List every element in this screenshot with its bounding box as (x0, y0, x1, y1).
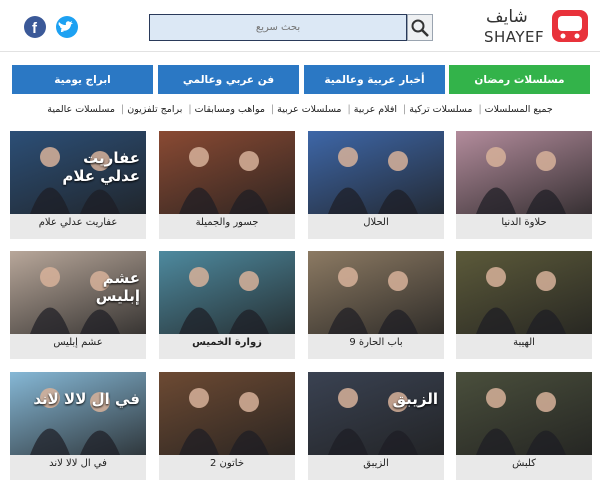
logo-english-text: SHAYEF (484, 28, 545, 46)
logo-arabic-text: شايف (486, 7, 528, 27)
series-card[interactable]: زوارة الخميس (159, 251, 295, 359)
category-all-series[interactable]: جميع المسلسلات (482, 104, 556, 115)
poster-figures (328, 267, 418, 334)
poster-figures (179, 388, 269, 455)
series-title[interactable]: الحلال (308, 217, 444, 237)
series-card[interactable]: خاتون 2 (159, 372, 295, 480)
series-card[interactable]: عفاريت عدلي علام عفاريت عدلي علام (10, 131, 146, 239)
poster-figures (328, 147, 418, 214)
category-tv-shows[interactable]: برامج تلفزيون (124, 104, 185, 115)
search-button[interactable] (407, 14, 433, 41)
series-thumbnail (159, 372, 295, 455)
series-card[interactable]: عشم إبليس عشم إبليس (10, 251, 146, 359)
series-thumbnail: عشم إبليس (10, 251, 146, 334)
series-title[interactable]: حلاوة الدنيا (456, 217, 592, 237)
series-thumbnail (159, 251, 295, 334)
search-icon (411, 19, 429, 37)
series-title[interactable]: باب الحارة 9 (308, 337, 444, 357)
series-title[interactable]: الزيبق (308, 458, 444, 478)
series-title[interactable]: زوارة الخميس (159, 337, 295, 357)
series-card[interactable]: الحلال (308, 131, 444, 239)
twitter-icon[interactable] (56, 16, 78, 38)
series-title[interactable]: الهيبة (456, 337, 592, 357)
category-arabic-series[interactable]: مسلسلات عربية (274, 104, 344, 115)
series-thumbnail: في ال لالا لاند (10, 372, 146, 455)
series-thumbnail (308, 131, 444, 214)
series-thumbnail: الزيبق (308, 372, 444, 455)
search-bar (149, 14, 433, 41)
series-title[interactable]: عشم إبليس (10, 337, 146, 357)
series-card[interactable]: حلاوة الدنيا (456, 131, 592, 239)
tab-art[interactable]: فن عربي وعالمي (158, 65, 299, 94)
poster-figures (179, 147, 269, 214)
poster-title-art: عفاريت عدلي علام (62, 149, 140, 185)
site-header: f شايف SHAYEF (0, 0, 600, 52)
series-thumbnail (159, 131, 295, 214)
poster-figures (30, 388, 120, 455)
series-thumbnail (456, 372, 592, 455)
site-logo[interactable]: شايف SHAYEF (484, 7, 592, 49)
series-thumbnail (456, 251, 592, 334)
series-card[interactable]: جسور والجميلة (159, 131, 295, 239)
series-card[interactable]: باب الحارة 9 (308, 251, 444, 359)
search-input[interactable] (149, 14, 407, 41)
series-thumbnail: عفاريت عدلي علام (10, 131, 146, 214)
series-title[interactable]: خاتون 2 (159, 458, 295, 478)
series-title[interactable]: جسور والجميلة (159, 217, 295, 237)
tab-ramadan-series[interactable]: مسلسلات رمضان (449, 65, 590, 94)
tv-logo-icon (552, 10, 588, 42)
svg-text:f: f (32, 20, 38, 37)
facebook-icon[interactable]: f (24, 16, 46, 38)
category-arabic-movies[interactable]: افلام عربية (351, 104, 400, 115)
tab-label: فن عربي وعالمي (182, 73, 275, 86)
category-world-series[interactable]: مسلسلات عالمية (44, 104, 118, 115)
category-talent-shows[interactable]: مواهب ومسابقات (192, 104, 268, 115)
tab-label: ابراج يومية (54, 73, 111, 86)
series-title[interactable]: كلبش (456, 458, 592, 478)
series-title[interactable]: في ال لالا لاند (10, 458, 146, 478)
poster-figures (328, 388, 418, 455)
tab-label: مسلسلات رمضان (474, 73, 565, 86)
poster-figures (476, 267, 566, 334)
series-card[interactable]: الزيبق الزيبق (308, 372, 444, 480)
category-turkish-series[interactable]: مسلسلات تركية (406, 104, 475, 115)
series-card[interactable]: في ال لالا لاند في ال لالا لاند (10, 372, 146, 480)
poster-title-art: عشم إبليس (95, 269, 140, 305)
poster-title-art: الزيبق (392, 390, 438, 408)
category-links: جميع المسلسلات| مسلسلات تركية| افلام عرب… (0, 104, 600, 124)
series-title[interactable]: عفاريت عدلي علام (10, 217, 146, 237)
tab-horoscopes[interactable]: ابراج يومية (12, 65, 153, 94)
series-thumbnail (456, 131, 592, 214)
poster-figures (179, 267, 269, 334)
series-card[interactable]: الهيبة (456, 251, 592, 359)
tab-label: أخبار عربية وعالمية (324, 73, 425, 86)
series-card[interactable]: كلبش (456, 372, 592, 480)
series-thumbnail (308, 251, 444, 334)
poster-figures (476, 388, 566, 455)
poster-title-art: في ال لالا لاند (33, 390, 140, 408)
poster-figures (476, 147, 566, 214)
tab-news[interactable]: أخبار عربية وعالمية (304, 65, 445, 94)
